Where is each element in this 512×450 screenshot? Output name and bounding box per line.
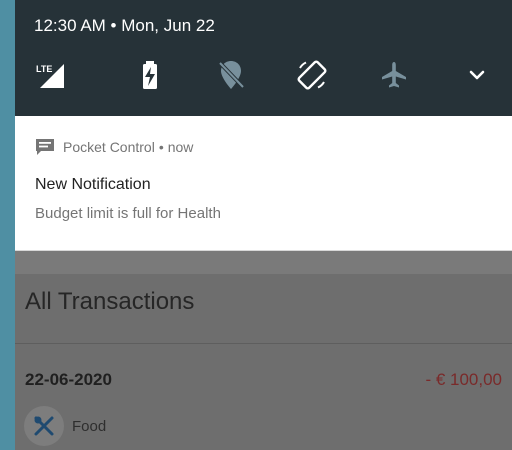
svg-text:LTE: LTE [36, 64, 52, 74]
notification-header: Pocket Control • now [35, 138, 193, 156]
notification-time: now [167, 139, 194, 155]
fork-knife-icon [24, 406, 64, 446]
message-icon [35, 138, 55, 156]
location-off-icon[interactable] [214, 58, 248, 92]
phone-screen: 12:30 AM • Mon, Jun 22 LTE Pocket Contro… [15, 0, 512, 450]
divider [15, 343, 512, 344]
expand-chevron-icon[interactable] [460, 58, 494, 92]
notification-title: New Notification [35, 176, 151, 193]
auto-rotate-icon[interactable] [295, 58, 329, 92]
lte-signal-icon[interactable]: LTE [34, 58, 68, 92]
notification-separator: • [158, 139, 164, 155]
transaction-date: 22-06-2020 [25, 370, 112, 389]
status-datetime: 12:30 AM • Mon, Jun 22 [34, 16, 215, 35]
airplane-mode-icon[interactable] [377, 58, 411, 92]
quick-settings-row: LTE [15, 58, 512, 94]
transaction-amount: - € 100,00 [425, 370, 502, 389]
transaction-category: Food [24, 406, 106, 446]
shade-gap [15, 251, 512, 274]
notification-card[interactable]: Pocket Control • now New Notification Bu… [15, 116, 512, 251]
transaction-category-label: Food [72, 417, 107, 435]
battery-charging-icon[interactable] [133, 58, 167, 92]
quick-settings-panel: 12:30 AM • Mon, Jun 22 LTE [15, 0, 512, 116]
page-title: All Transactions [25, 288, 195, 315]
notification-app-name: Pocket Control [63, 139, 155, 155]
notification-body: Budget limit is full for Health [35, 205, 221, 222]
app-content-scrim: All Transactions 22-06-2020 - € 100,00 F… [15, 274, 512, 450]
